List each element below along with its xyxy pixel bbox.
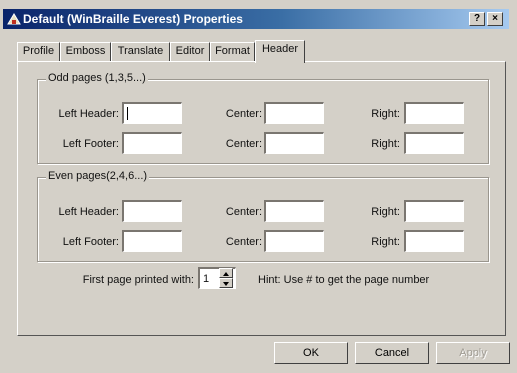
even-left-header-label: Left Header: <box>58 206 119 218</box>
even-center-footer-label: Center: <box>225 236 262 248</box>
first-page-spinner[interactable]: 1 <box>198 267 236 289</box>
odd-center-header-input[interactable] <box>264 102 324 124</box>
app-icon <box>7 13 21 25</box>
tab-format[interactable]: Format <box>210 42 255 61</box>
even-right-header-label: Right: <box>371 206 400 218</box>
even-center-header-input[interactable] <box>264 200 324 222</box>
odd-center-header-label: Center: <box>225 108 262 120</box>
spin-up-button[interactable] <box>219 268 233 278</box>
odd-right-footer-input[interactable] <box>404 132 464 154</box>
spin-down-button[interactable] <box>219 278 233 288</box>
odd-pages-group-label: Odd pages (1,3,5...) <box>46 72 148 84</box>
even-pages-group-label: Even pages(2,4,6...) <box>46 170 150 182</box>
odd-left-footer-input[interactable] <box>122 132 182 154</box>
first-page-value: 1 <box>203 273 210 285</box>
header-tab-panel: Odd pages (1,3,5...) Left Header: Center… <box>17 61 506 336</box>
even-left-footer-label: Left Footer: <box>62 236 119 248</box>
properties-dialog: Default (WinBraille Everest) Properties … <box>0 0 517 373</box>
odd-left-header-input[interactable] <box>122 102 182 124</box>
title-bar[interactable]: Default (WinBraille Everest) Properties … <box>3 9 509 29</box>
window-title: Default (WinBraille Everest) Properties <box>23 12 243 26</box>
odd-center-footer-label: Center: <box>225 138 262 150</box>
triangle-down-icon <box>223 282 229 286</box>
ok-button[interactable]: OK <box>274 342 348 364</box>
odd-center-footer-input[interactable] <box>264 132 324 154</box>
odd-right-header-input[interactable] <box>404 102 464 124</box>
even-center-header-label: Center: <box>225 206 262 218</box>
cancel-button[interactable]: Cancel <box>355 342 429 364</box>
even-left-footer-input[interactable] <box>122 230 182 252</box>
apply-button[interactable]: Apply <box>436 342 510 364</box>
spinner-arrows <box>219 268 233 289</box>
even-pages-group: Even pages(2,4,6...) Left Header: Center… <box>37 170 489 262</box>
tab-translate[interactable]: Translate <box>111 42 170 61</box>
even-center-footer-input[interactable] <box>264 230 324 252</box>
odd-right-footer-label: Right: <box>371 138 400 150</box>
tab-editor[interactable]: Editor <box>170 42 210 61</box>
odd-left-header-label: Left Header: <box>58 108 119 120</box>
hint-text: Hint: Use # to get the page number <box>258 274 430 286</box>
odd-pages-group: Odd pages (1,3,5...) Left Header: Center… <box>37 72 489 164</box>
help-button[interactable]: ? <box>469 12 485 26</box>
odd-left-footer-label: Left Footer: <box>62 138 119 150</box>
tab-profile[interactable]: Profile <box>17 42 60 61</box>
odd-right-header-label: Right: <box>371 108 400 120</box>
text-caret <box>127 107 128 120</box>
even-right-footer-input[interactable] <box>404 230 464 252</box>
even-right-footer-label: Right: <box>371 236 400 248</box>
tab-header[interactable]: Header <box>255 40 305 63</box>
even-left-header-input[interactable] <box>122 200 182 222</box>
even-right-header-input[interactable] <box>404 200 464 222</box>
tab-emboss[interactable]: Emboss <box>60 42 111 61</box>
first-page-label: First page printed with: <box>82 274 194 286</box>
close-button[interactable]: × <box>487 12 503 26</box>
triangle-up-icon <box>223 272 229 276</box>
